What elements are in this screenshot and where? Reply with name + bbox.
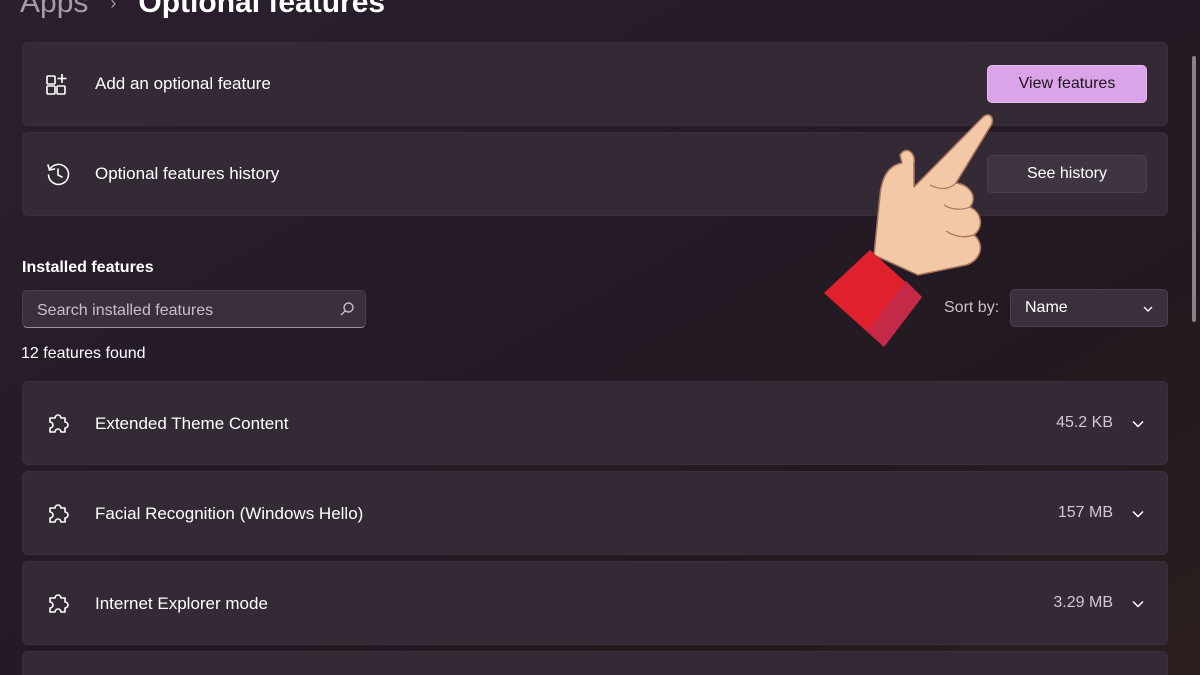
add-feature-label: Add an optional feature bbox=[95, 74, 271, 93]
features-count: 12 features found bbox=[21, 345, 146, 362]
feature-name: Internet Explorer mode bbox=[95, 594, 268, 613]
installed-features-heading: Installed features bbox=[22, 259, 154, 276]
feature-row[interactable]: Facial Recognition (Windows Hello) 157 M… bbox=[22, 471, 1168, 555]
puzzle-icon bbox=[45, 500, 71, 526]
search-box[interactable] bbox=[22, 290, 366, 328]
see-history-button[interactable]: See history bbox=[987, 155, 1147, 193]
feature-size: 157 MB bbox=[1057, 504, 1113, 521]
sort-value: Name bbox=[1025, 299, 1068, 316]
breadcrumb: Apps › Optional features bbox=[20, 0, 385, 20]
feature-row[interactable]: Extended Theme Content 45.2 KB bbox=[22, 381, 1168, 465]
page-title: Optional features bbox=[138, 0, 386, 19]
view-features-button[interactable]: View features bbox=[987, 65, 1147, 103]
add-apps-icon bbox=[45, 71, 71, 97]
chevron-down-icon bbox=[1141, 302, 1155, 316]
search-icon[interactable] bbox=[339, 301, 355, 317]
history-label: Optional features history bbox=[95, 164, 280, 183]
chevron-down-icon[interactable] bbox=[1131, 507, 1145, 521]
feature-name: Facial Recognition (Windows Hello) bbox=[95, 504, 364, 523]
chevron-down-icon[interactable] bbox=[1131, 597, 1145, 611]
history-icon bbox=[45, 161, 71, 187]
sort-dropdown[interactable]: Name bbox=[1010, 289, 1168, 327]
feature-size: 3.29 MB bbox=[1053, 594, 1113, 611]
scrollbar[interactable] bbox=[1192, 56, 1196, 322]
breadcrumb-separator: › bbox=[110, 0, 117, 13]
puzzle-icon bbox=[45, 410, 71, 436]
feature-row-partial[interactable] bbox=[22, 651, 1168, 675]
feature-name: Extended Theme Content bbox=[95, 414, 289, 433]
search-input[interactable] bbox=[35, 299, 329, 323]
puzzle-icon bbox=[45, 590, 71, 616]
chevron-down-icon[interactable] bbox=[1131, 417, 1145, 431]
pointing-hand-icon bbox=[824, 114, 994, 347]
breadcrumb-apps-link[interactable]: Apps bbox=[20, 0, 88, 20]
feature-size: 45.2 KB bbox=[1056, 414, 1113, 431]
feature-row[interactable]: Internet Explorer mode 3.29 MB bbox=[22, 561, 1168, 645]
